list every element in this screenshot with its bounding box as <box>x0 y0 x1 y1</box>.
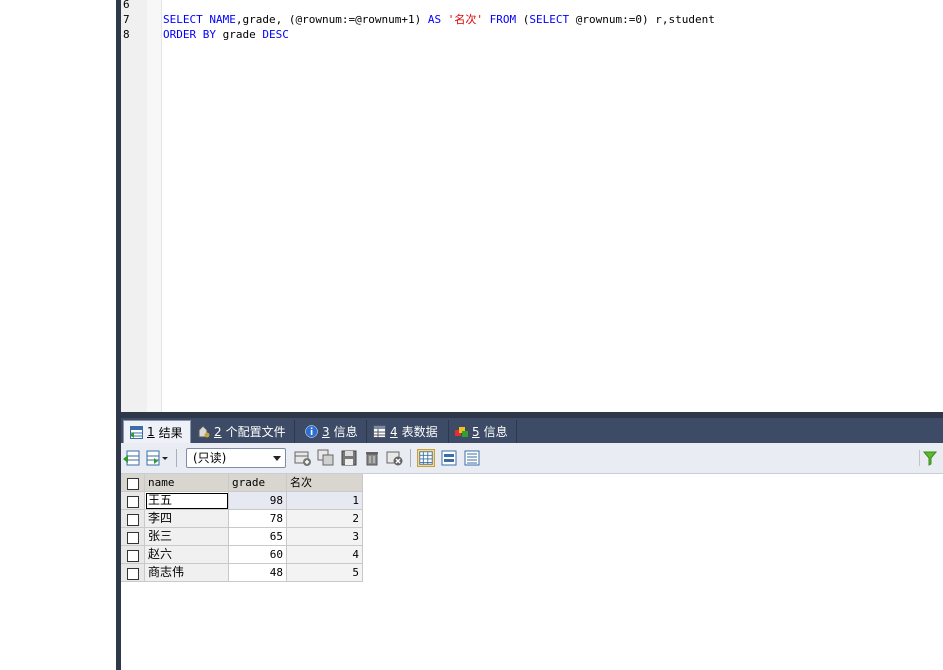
tab-info-2[interactable]: 5 信息 <box>449 420 517 443</box>
checkbox[interactable] <box>127 532 139 544</box>
code-token: '名次' <box>441 13 490 26</box>
cell-rank[interactable]: 4 <box>287 546 363 564</box>
cell-rank[interactable]: 3 <box>287 528 363 546</box>
tab-results-label: 结果 <box>158 425 183 440</box>
fold-margin <box>147 0 162 412</box>
code-token: @rownum:=0) r,student <box>569 13 715 26</box>
form-view-icon[interactable] <box>440 449 458 467</box>
export-icon[interactable] <box>123 449 141 467</box>
tab-info-label: 信息 <box>333 425 358 439</box>
tab-profiles[interactable]: 2 个配置文件 <box>191 420 295 443</box>
row-checkbox[interactable] <box>121 528 145 546</box>
cell-rank[interactable]: 5 <box>287 564 363 582</box>
tab-results[interactable]: 1 结果 <box>123 420 191 443</box>
grid-view-icon[interactable] <box>417 449 435 467</box>
code-token: ORDER BY <box>163 28 216 41</box>
cell-name[interactable]: 商志伟 <box>145 564 229 582</box>
code-token: grade <box>215 28 263 41</box>
tab-table-data[interactable]: 4 表数据 <box>367 420 449 443</box>
toolbar-separator <box>176 449 177 467</box>
tab-profiles-label: 个配置文件 <box>225 425 286 439</box>
cell-grade[interactable]: 60 <box>229 546 287 564</box>
left-blank-area <box>0 0 116 670</box>
line-number: 8 <box>123 28 130 41</box>
code-token: SELECT NAME <box>163 13 236 26</box>
info-icon <box>305 425 318 438</box>
code-token: SELECT <box>529 13 570 26</box>
code-token: DESC <box>262 28 289 41</box>
checkbox[interactable] <box>127 514 139 526</box>
tab-info-number: 3 <box>322 424 330 439</box>
add-row-icon[interactable] <box>294 449 312 467</box>
checkbox[interactable] <box>127 550 139 562</box>
row-checkbox[interactable] <box>121 564 145 582</box>
line-number-gutter: 6 7 8 <box>121 0 147 412</box>
cell-name[interactable]: 赵六 <box>145 546 229 564</box>
cell-rank[interactable]: 2 <box>287 510 363 528</box>
cell-rank[interactable]: 1 <box>287 492 363 510</box>
code-line-7[interactable]: SELECT NAME,grade, (@rownum:=@rownum+1) … <box>163 12 715 27</box>
results-toolbar: (只读) <box>121 443 943 474</box>
code-line-8[interactable]: ORDER BY grade DESC <box>163 27 289 42</box>
select-all-checkbox[interactable] <box>121 474 145 492</box>
cell-grade[interactable]: 48 <box>229 564 287 582</box>
tab-profiles-number: 2 <box>214 424 222 439</box>
line-number: 6 <box>123 0 130 11</box>
chevron-down-icon <box>273 456 281 461</box>
column-header-grade[interactable]: grade <box>229 474 287 492</box>
row-checkbox[interactable] <box>121 510 145 528</box>
cancel-changes-icon[interactable] <box>386 449 404 467</box>
delete-icon[interactable] <box>363 449 381 467</box>
table-result-icon <box>130 425 143 439</box>
results-tab-bar: 1 结果 2 个配置文件 3 信息 4 表数据 5 信息 <box>121 418 943 443</box>
checkbox[interactable] <box>127 568 139 580</box>
tab-info-2-label: 信息 <box>483 425 508 439</box>
column-header-name[interactable]: name <box>145 474 229 492</box>
info-color-icon <box>455 427 468 437</box>
code-token: FROM <box>489 13 517 26</box>
filter-icon[interactable] <box>919 449 937 467</box>
tab-results-number: 1 <box>147 425 155 439</box>
table-data-icon <box>373 425 386 438</box>
tab-table-data-label: 表数据 <box>401 425 438 439</box>
row-checkbox[interactable] <box>121 546 145 564</box>
cell-name[interactable]: 王五 <box>145 492 229 510</box>
result-mode-value: (只读) <box>193 451 227 465</box>
profile-icon <box>198 425 210 438</box>
text-view-icon[interactable] <box>463 449 481 467</box>
column-header-rank[interactable]: 名次 <box>287 474 363 492</box>
row-checkbox[interactable] <box>121 492 145 510</box>
code-token: ,grade, (@rownum:=@rownum+1) <box>235 13 428 26</box>
tab-info[interactable]: 3 信息 <box>299 420 367 443</box>
cell-grade[interactable]: 78 <box>229 510 287 528</box>
line-number: 7 <box>123 13 130 26</box>
cell-grade[interactable]: 65 <box>229 528 287 546</box>
cell-grade[interactable]: 98 <box>229 492 287 510</box>
toolbar-separator <box>410 449 411 467</box>
import-dropdown-icon[interactable] <box>145 449 169 467</box>
code-token: AS <box>427 13 442 26</box>
tab-table-data-number: 4 <box>390 424 398 439</box>
cell-name[interactable]: 李四 <box>145 510 229 528</box>
result-mode-select[interactable]: (只读) <box>186 448 286 468</box>
cell-name[interactable]: 张三 <box>145 528 229 546</box>
duplicate-row-icon[interactable] <box>317 449 335 467</box>
sql-editor[interactable]: 6 7 8 SELECT NAME,grade, (@rownum:=@rown… <box>121 0 943 412</box>
tab-info-2-number: 5 <box>472 424 480 439</box>
checkbox[interactable] <box>127 496 139 508</box>
code-token: ( <box>516 13 530 26</box>
save-icon[interactable] <box>340 449 358 467</box>
